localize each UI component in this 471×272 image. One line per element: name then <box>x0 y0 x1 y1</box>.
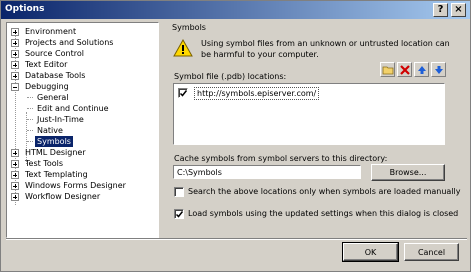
section-title: Symbols <box>172 23 206 32</box>
expand-icon[interactable] <box>11 171 19 179</box>
remove-location-button[interactable] <box>397 62 412 77</box>
tree-item-label: Text Templating <box>25 170 88 179</box>
expand-icon[interactable] <box>11 39 19 47</box>
location-url: http://symbols.episerver.com/ <box>194 87 320 100</box>
warning-icon <box>173 38 193 57</box>
expand-icon[interactable] <box>11 160 19 168</box>
warning-message: Using symbol files from an unknown or un… <box>201 39 450 59</box>
locations-label: Symbol file (.pdb) locations: <box>174 72 287 81</box>
close-button[interactable]: × <box>451 3 466 17</box>
tree-item-label: Test Tools <box>25 159 64 168</box>
load-updated-checkbox[interactable] <box>174 209 184 219</box>
ok-button[interactable]: OK <box>342 242 399 262</box>
move-up-button[interactable] <box>414 62 429 77</box>
load-updated-label: Load symbols using the updated settings … <box>188 209 459 218</box>
search-manual-label: Search the above locations only when sym… <box>188 187 461 196</box>
options-dialog: Options ? × Environment Projects and Sol… <box>0 0 471 272</box>
tree-item-label: Database Tools <box>25 71 86 80</box>
move-down-button[interactable] <box>431 62 446 77</box>
tree-item-label: Source Control <box>25 49 84 58</box>
tree-item-label: Just-In-Time <box>37 115 84 124</box>
tree-item-label: Workflow Designer <box>25 192 101 201</box>
expand-icon[interactable] <box>11 149 19 157</box>
new-folder-button[interactable] <box>380 62 395 77</box>
tree-item-label: Projects and Solutions <box>25 38 114 47</box>
tree-item-label: Text Editor <box>25 60 68 69</box>
symbol-locations-list[interactable]: http://symbols.episerver.com/ <box>173 83 445 145</box>
tree-item-label: Symbols <box>35 136 73 147</box>
expand-icon[interactable] <box>11 72 19 80</box>
tree-item-label: Debugging <box>25 82 69 91</box>
tree-item-label: Native <box>37 126 63 135</box>
title-bar[interactable]: Options ? × <box>1 1 470 19</box>
cache-label: Cache symbols from symbol servers to thi… <box>174 154 388 163</box>
footer-divider <box>6 238 467 240</box>
location-checkbox[interactable] <box>178 88 188 98</box>
tree-item-label: Windows Forms Designer <box>25 181 126 190</box>
options-tree[interactable]: Environment Projects and Solutions Sourc… <box>6 22 159 238</box>
expand-icon[interactable] <box>11 61 19 69</box>
cancel-button[interactable]: Cancel <box>404 243 459 261</box>
help-button[interactable]: ? <box>433 3 448 17</box>
expand-icon[interactable] <box>11 28 19 36</box>
browse-button[interactable]: Browse... <box>371 164 445 181</box>
tree-item-label: Edit and Continue <box>37 104 109 113</box>
window-title: Options <box>5 4 45 14</box>
expand-icon[interactable] <box>11 193 19 201</box>
search-manual-checkbox[interactable] <box>174 187 184 197</box>
tree-item-label: Environment <box>25 27 77 36</box>
expand-icon[interactable] <box>11 50 19 58</box>
tree-item-label: General <box>37 93 69 102</box>
expand-icon[interactable] <box>11 182 19 190</box>
cache-directory-input[interactable] <box>173 165 361 179</box>
collapse-icon[interactable] <box>11 83 19 91</box>
tree-item-label: HTML Designer <box>25 148 86 157</box>
